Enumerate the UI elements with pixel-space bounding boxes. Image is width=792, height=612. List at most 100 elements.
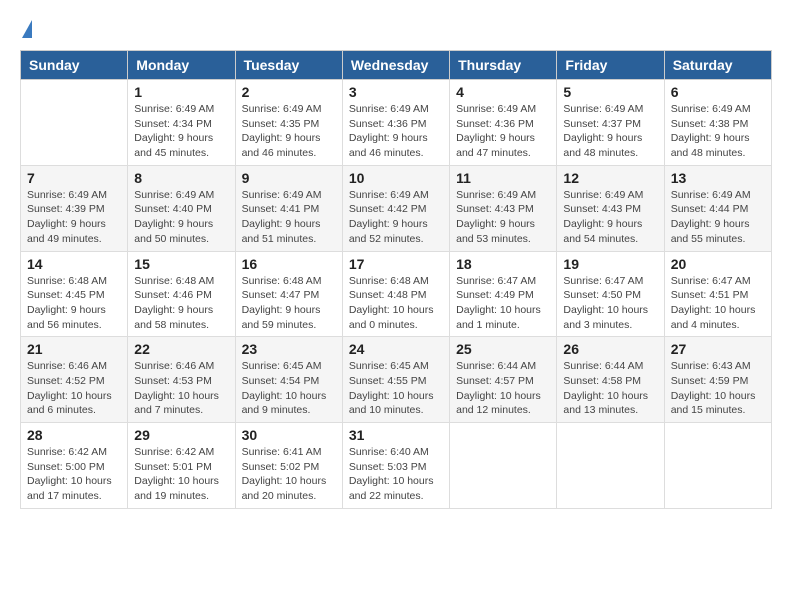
calendar-cell: 27 Sunrise: 6:43 AMSunset: 4:59 PMDayligh… [664, 337, 771, 423]
calendar-cell: 17 Sunrise: 6:48 AMSunset: 4:48 PMDayligh… [342, 251, 449, 337]
day-number: 21 [27, 341, 121, 357]
calendar-cell: 29Sunrise: 6:42 AMSunset: 5:01 PMDayligh… [128, 423, 235, 509]
calendar-cell: 19 Sunrise: 6:47 AMSunset: 4:50 PMDayligh… [557, 251, 664, 337]
calendar-cell: 9 Sunrise: 6:49 AMSunset: 4:41 PMDaylight… [235, 165, 342, 251]
calendar-cell: 25 Sunrise: 6:44 AMSunset: 4:57 PMDayligh… [450, 337, 557, 423]
day-number: 23 [242, 341, 336, 357]
day-info: Sunrise: 6:49 AMSunset: 4:38 PMDaylight:… [671, 102, 765, 161]
calendar-cell: 21Sunrise: 6:46 AMSunset: 4:52 PMDayligh… [21, 337, 128, 423]
day-number: 18 [456, 256, 550, 272]
calendar-day-header: Tuesday [235, 51, 342, 80]
day-number: 7 [27, 170, 121, 186]
calendar-cell: 13 Sunrise: 6:49 AMSunset: 4:44 PMDayligh… [664, 165, 771, 251]
day-number: 10 [349, 170, 443, 186]
calendar-cell: 28 Sunrise: 6:42 AMSunset: 5:00 PMDayligh… [21, 423, 128, 509]
day-info: Sunrise: 6:48 AMSunset: 4:48 PMDaylight:… [349, 274, 443, 333]
calendar-cell [664, 423, 771, 509]
day-number: 17 [349, 256, 443, 272]
day-info: Sunrise: 6:49 AMSunset: 4:37 PMDaylight:… [563, 102, 657, 161]
calendar-cell: 4 Sunrise: 6:49 AMSunset: 4:36 PMDaylight… [450, 80, 557, 166]
calendar-table: SundayMondayTuesdayWednesdayThursdayFrid… [20, 50, 772, 509]
calendar-week-row: 21Sunrise: 6:46 AMSunset: 4:52 PMDayligh… [21, 337, 772, 423]
day-info: Sunrise: 6:49 AMSunset: 4:43 PMDaylight:… [563, 188, 657, 247]
day-number: 4 [456, 84, 550, 100]
calendar-cell: 5 Sunrise: 6:49 AMSunset: 4:37 PMDaylight… [557, 80, 664, 166]
calendar-day-header: Friday [557, 51, 664, 80]
calendar-day-header: Wednesday [342, 51, 449, 80]
day-number: 5 [563, 84, 657, 100]
calendar-cell: 8Sunrise: 6:49 AMSunset: 4:40 PMDaylight… [128, 165, 235, 251]
day-number: 26 [563, 341, 657, 357]
day-info: Sunrise: 6:49 AMSunset: 4:39 PMDaylight:… [27, 188, 121, 247]
calendar-week-row: 14 Sunrise: 6:48 AMSunset: 4:45 PMDayligh… [21, 251, 772, 337]
day-number: 28 [27, 427, 121, 443]
calendar-cell: 15Sunrise: 6:48 AMSunset: 4:46 PMDayligh… [128, 251, 235, 337]
calendar-cell: 2 Sunrise: 6:49 AMSunset: 4:35 PMDaylight… [235, 80, 342, 166]
day-info: Sunrise: 6:45 AMSunset: 4:55 PMDaylight:… [349, 359, 443, 418]
calendar-cell: 6 Sunrise: 6:49 AMSunset: 4:38 PMDaylight… [664, 80, 771, 166]
day-number: 24 [349, 341, 443, 357]
day-number: 19 [563, 256, 657, 272]
day-number: 20 [671, 256, 765, 272]
calendar-cell: 22 Sunrise: 6:46 AMSunset: 4:53 PMDayligh… [128, 337, 235, 423]
day-number: 16 [242, 256, 336, 272]
day-number: 27 [671, 341, 765, 357]
calendar-cell: 30 Sunrise: 6:41 AMSunset: 5:02 PMDayligh… [235, 423, 342, 509]
day-info: Sunrise: 6:49 AMSunset: 4:34 PMDaylight:… [134, 102, 228, 161]
logo [20, 20, 32, 40]
calendar-cell: 24 Sunrise: 6:45 AMSunset: 4:55 PMDayligh… [342, 337, 449, 423]
calendar-week-row: 7 Sunrise: 6:49 AMSunset: 4:39 PMDaylight… [21, 165, 772, 251]
day-info: Sunrise: 6:49 AMSunset: 4:35 PMDaylight:… [242, 102, 336, 161]
calendar-day-header: Sunday [21, 51, 128, 80]
day-number: 13 [671, 170, 765, 186]
day-info: Sunrise: 6:49 AMSunset: 4:36 PMDaylight:… [456, 102, 550, 161]
day-info: Sunrise: 6:47 AMSunset: 4:51 PMDaylight:… [671, 274, 765, 333]
day-number: 25 [456, 341, 550, 357]
day-number: 9 [242, 170, 336, 186]
calendar-cell: 16 Sunrise: 6:48 AMSunset: 4:47 PMDayligh… [235, 251, 342, 337]
day-number: 2 [242, 84, 336, 100]
calendar-cell: 10Sunrise: 6:49 AMSunset: 4:42 PMDayligh… [342, 165, 449, 251]
calendar-cell: 11 Sunrise: 6:49 AMSunset: 4:43 PMDayligh… [450, 165, 557, 251]
day-info: Sunrise: 6:47 AMSunset: 4:49 PMDaylight:… [456, 274, 550, 333]
day-info: Sunrise: 6:46 AMSunset: 4:53 PMDaylight:… [134, 359, 228, 418]
day-info: Sunrise: 6:48 AMSunset: 4:47 PMDaylight:… [242, 274, 336, 333]
calendar-cell: 14 Sunrise: 6:48 AMSunset: 4:45 PMDayligh… [21, 251, 128, 337]
calendar-cell [450, 423, 557, 509]
day-info: Sunrise: 6:41 AMSunset: 5:02 PMDaylight:… [242, 445, 336, 504]
day-info: Sunrise: 6:45 AMSunset: 4:54 PMDaylight:… [242, 359, 336, 418]
day-info: Sunrise: 6:40 AMSunset: 5:03 PMDaylight:… [349, 445, 443, 504]
day-number: 12 [563, 170, 657, 186]
calendar-cell: 1 Sunrise: 6:49 AMSunset: 4:34 PMDaylight… [128, 80, 235, 166]
day-number: 6 [671, 84, 765, 100]
day-number: 30 [242, 427, 336, 443]
day-info: Sunrise: 6:43 AMSunset: 4:59 PMDaylight:… [671, 359, 765, 418]
calendar-day-header: Thursday [450, 51, 557, 80]
day-info: Sunrise: 6:47 AMSunset: 4:50 PMDaylight:… [563, 274, 657, 333]
calendar-cell: 20 Sunrise: 6:47 AMSunset: 4:51 PMDayligh… [664, 251, 771, 337]
day-number: 11 [456, 170, 550, 186]
calendar-cell: 18 Sunrise: 6:47 AMSunset: 4:49 PMDayligh… [450, 251, 557, 337]
calendar-cell [557, 423, 664, 509]
calendar-header-row: SundayMondayTuesdayWednesdayThursdayFrid… [21, 51, 772, 80]
calendar-cell: 12 Sunrise: 6:49 AMSunset: 4:43 PMDayligh… [557, 165, 664, 251]
day-number: 1 [134, 84, 228, 100]
day-info: Sunrise: 6:49 AMSunset: 4:43 PMDaylight:… [456, 188, 550, 247]
day-number: 29 [134, 427, 228, 443]
calendar-cell: 26 Sunrise: 6:44 AMSunset: 4:58 PMDayligh… [557, 337, 664, 423]
day-number: 15 [134, 256, 228, 272]
page-header [10, 10, 782, 45]
day-info: Sunrise: 6:42 AMSunset: 5:00 PMDaylight:… [27, 445, 121, 504]
day-number: 14 [27, 256, 121, 272]
calendar-week-row: 1 Sunrise: 6:49 AMSunset: 4:34 PMDaylight… [21, 80, 772, 166]
day-number: 31 [349, 427, 443, 443]
calendar-week-row: 28 Sunrise: 6:42 AMSunset: 5:00 PMDayligh… [21, 423, 772, 509]
day-info: Sunrise: 6:48 AMSunset: 4:45 PMDaylight:… [27, 274, 121, 333]
day-number: 22 [134, 341, 228, 357]
day-number: 3 [349, 84, 443, 100]
day-info: Sunrise: 6:49 AMSunset: 4:44 PMDaylight:… [671, 188, 765, 247]
calendar-cell: 31 Sunrise: 6:40 AMSunset: 5:03 PMDayligh… [342, 423, 449, 509]
day-info: Sunrise: 6:44 AMSunset: 4:57 PMDaylight:… [456, 359, 550, 418]
day-info: Sunrise: 6:49 AMSunset: 4:41 PMDaylight:… [242, 188, 336, 247]
day-info: Sunrise: 6:44 AMSunset: 4:58 PMDaylight:… [563, 359, 657, 418]
